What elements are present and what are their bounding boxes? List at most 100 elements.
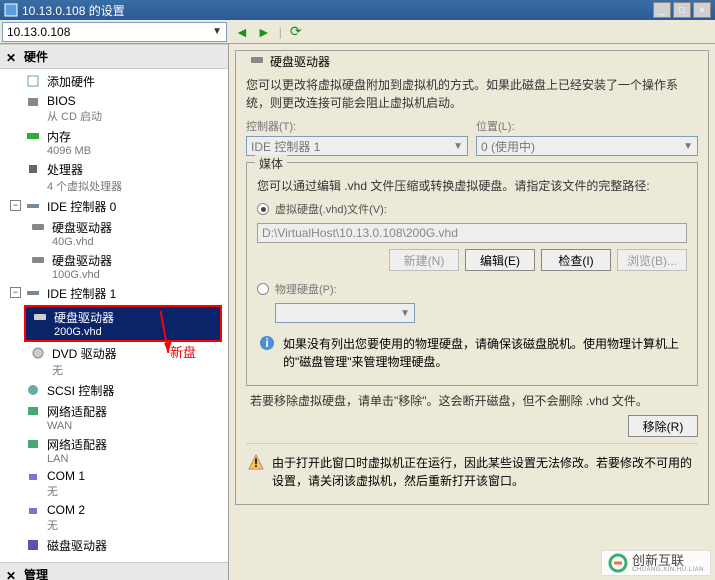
ide0-disk2-item[interactable]: 硬盘驱动器100G.vhd bbox=[0, 250, 228, 283]
controller-icon bbox=[25, 286, 41, 300]
hardware-section-label: 硬件 bbox=[24, 48, 48, 65]
item-label: IDE 控制器 1 bbox=[47, 285, 116, 302]
disk-icon bbox=[30, 220, 46, 234]
nav-back-icon[interactable]: ◄ bbox=[235, 24, 249, 40]
item-label: 处理器 bbox=[47, 161, 122, 178]
floppy-icon bbox=[25, 538, 41, 552]
address-text: 10.13.0.108 bbox=[7, 25, 212, 39]
location-value: 0 (使用中) bbox=[481, 138, 535, 155]
controller-select[interactable]: IDE 控制器 1 ▼ bbox=[246, 136, 468, 156]
item-label: 添加硬件 bbox=[47, 73, 95, 90]
scsi-item[interactable]: SCSI 控制器 bbox=[0, 380, 228, 401]
physical-radio-label: 物理硬盘(P): bbox=[275, 281, 337, 297]
refresh-icon[interactable]: ⟳ bbox=[290, 23, 302, 40]
browse-button[interactable]: 浏览(B)... bbox=[617, 249, 687, 271]
com1-item[interactable]: COM 1无 bbox=[0, 467, 228, 501]
com2-item[interactable]: COM 2无 bbox=[0, 501, 228, 535]
vhd-radio-label: 虚拟硬盘(.vhd)文件(V): bbox=[275, 201, 387, 217]
dvd-icon bbox=[30, 346, 46, 360]
item-label: 网络适配器 bbox=[47, 436, 107, 453]
media-description: 您可以通过编辑 .vhd 文件压缩或转换虚拟硬盘。请指定该文件的完整路径: bbox=[257, 177, 687, 195]
window-title: 10.13.0.108 的设置 bbox=[22, 2, 651, 19]
floppy-item[interactable]: 磁盘驱动器 bbox=[0, 535, 228, 556]
item-label: 硬盘驱动器 bbox=[52, 219, 112, 236]
watermark-text: 创新互联 bbox=[632, 554, 704, 567]
network-icon bbox=[25, 404, 41, 418]
watermark: 创新互联 CHUANG.XIN.HU.LIAN bbox=[601, 550, 711, 576]
location-label: 位置(L): bbox=[476, 118, 698, 134]
memory-icon bbox=[25, 129, 41, 143]
disk-settings-panel: 硬盘驱动器 您可以更改将虚拟硬盘附加到虚拟机的方式。如果此磁盘上已经安装了一个操… bbox=[235, 50, 709, 505]
network-icon bbox=[25, 437, 41, 451]
item-sub: 从 CD 启动 bbox=[47, 108, 102, 124]
item-sub: 无 bbox=[47, 483, 85, 499]
chevron-down-icon: ▼ bbox=[683, 141, 693, 152]
collapse-box-icon[interactable]: − bbox=[10, 287, 21, 298]
nic2-item[interactable]: 网络适配器LAN bbox=[0, 434, 228, 467]
management-section-label: 管理 bbox=[24, 566, 48, 580]
warning-icon: ! bbox=[248, 454, 264, 470]
panel-title: 硬盘驱动器 bbox=[270, 53, 330, 70]
disk-icon bbox=[250, 53, 264, 70]
app-icon bbox=[4, 3, 18, 17]
collapse-box-icon[interactable]: − bbox=[10, 200, 21, 211]
physical-radio-row[interactable]: 物理硬盘(P): bbox=[257, 281, 687, 297]
maximize-button[interactable]: □ bbox=[673, 2, 691, 18]
main-content: 硬盘驱动器 您可以更改将虚拟硬盘附加到虚拟机的方式。如果此磁盘上已经安装了一个操… bbox=[229, 44, 715, 580]
memory-item[interactable]: 内存4096 MB bbox=[0, 126, 228, 159]
sidebar: ✕ 硬件 添加硬件 BIOS从 CD 启动 内存4096 MB bbox=[0, 44, 229, 580]
ide1-disk-item[interactable]: 硬盘驱动器200G.vhd bbox=[26, 307, 220, 340]
chevron-down-icon: ▼ bbox=[212, 26, 222, 37]
item-label: SCSI 控制器 bbox=[47, 382, 114, 399]
watermark-sub: CHUANG.XIN.HU.LIAN bbox=[632, 567, 704, 573]
add-hardware-icon bbox=[25, 74, 41, 88]
panel-description: 您可以更改将虚拟硬盘附加到虚拟机的方式。如果此磁盘上已经安装了一个操作系统，则更… bbox=[246, 76, 698, 112]
watermark-icon bbox=[608, 553, 628, 573]
physical-radio[interactable] bbox=[257, 283, 269, 295]
address-dropdown[interactable]: 10.13.0.108 ▼ bbox=[2, 22, 227, 42]
minimize-button[interactable]: _ bbox=[653, 2, 671, 18]
window-titlebar: 10.13.0.108 的设置 _ □ × bbox=[0, 0, 715, 20]
remove-note: 若要移除虚拟硬盘，请单击"移除"。这会断开磁盘，但不会删除 .vhd 文件。 bbox=[250, 392, 694, 409]
vhd-path-text: D:\VirtualHost\10.13.0.108\200G.vhd bbox=[262, 226, 458, 240]
disk-icon bbox=[30, 253, 46, 267]
physical-disk-select[interactable]: ▼ bbox=[275, 303, 415, 323]
location-select[interactable]: 0 (使用中) ▼ bbox=[476, 136, 698, 156]
item-label: BIOS bbox=[47, 94, 102, 108]
bios-item[interactable]: BIOS从 CD 启动 bbox=[0, 92, 228, 126]
management-section-header[interactable]: ✕ 管理 bbox=[0, 562, 228, 580]
nic1-item[interactable]: 网络适配器WAN bbox=[0, 401, 228, 434]
vhd-path-input[interactable]: D:\VirtualHost\10.13.0.108\200G.vhd bbox=[257, 223, 687, 243]
new-button[interactable]: 新建(N) bbox=[389, 249, 459, 271]
ide0-disk1-item[interactable]: 硬盘驱动器40G.vhd bbox=[0, 217, 228, 250]
com-port-icon bbox=[25, 470, 41, 484]
dvd-item[interactable]: DVD 驱动器无 bbox=[0, 343, 228, 380]
item-sub: 无 bbox=[47, 517, 85, 533]
info-icon: i bbox=[259, 335, 275, 351]
vhd-radio-row[interactable]: 虚拟硬盘(.vhd)文件(V): bbox=[257, 201, 687, 217]
ide1-item[interactable]: − IDE 控制器 1 bbox=[0, 283, 228, 304]
hardware-tree: 添加硬件 BIOS从 CD 启动 内存4096 MB 处理器4 个虚拟处理器 − bbox=[0, 69, 228, 562]
add-hardware-item[interactable]: 添加硬件 bbox=[0, 71, 228, 92]
item-label: 硬盘驱动器 bbox=[52, 252, 112, 269]
nav-forward-icon[interactable]: ► bbox=[257, 24, 271, 40]
cpu-icon bbox=[25, 162, 41, 176]
nav-separator: | bbox=[279, 25, 282, 39]
controller-label: 控制器(T): bbox=[246, 118, 468, 134]
item-label: 硬盘驱动器 bbox=[54, 309, 114, 326]
hardware-section-header[interactable]: ✕ 硬件 bbox=[0, 44, 228, 69]
inspect-button[interactable]: 检查(I) bbox=[541, 249, 611, 271]
remove-button[interactable]: 移除(R) bbox=[628, 415, 698, 437]
collapse-icon: ✕ bbox=[6, 569, 18, 580]
cpu-item[interactable]: 处理器4 个虚拟处理器 bbox=[0, 159, 228, 196]
ide0-item[interactable]: − IDE 控制器 0 bbox=[0, 196, 228, 217]
close-button[interactable]: × bbox=[693, 2, 711, 18]
com-port-icon bbox=[25, 504, 41, 518]
item-sub: 无 bbox=[52, 362, 117, 378]
edit-button[interactable]: 编辑(E) bbox=[465, 249, 535, 271]
vhd-radio[interactable] bbox=[257, 203, 269, 215]
item-sub: 40G.vhd bbox=[52, 236, 112, 248]
panel-title-row: 硬盘驱动器 bbox=[246, 53, 334, 70]
item-label: COM 2 bbox=[47, 503, 85, 517]
item-label: 网络适配器 bbox=[47, 403, 107, 420]
